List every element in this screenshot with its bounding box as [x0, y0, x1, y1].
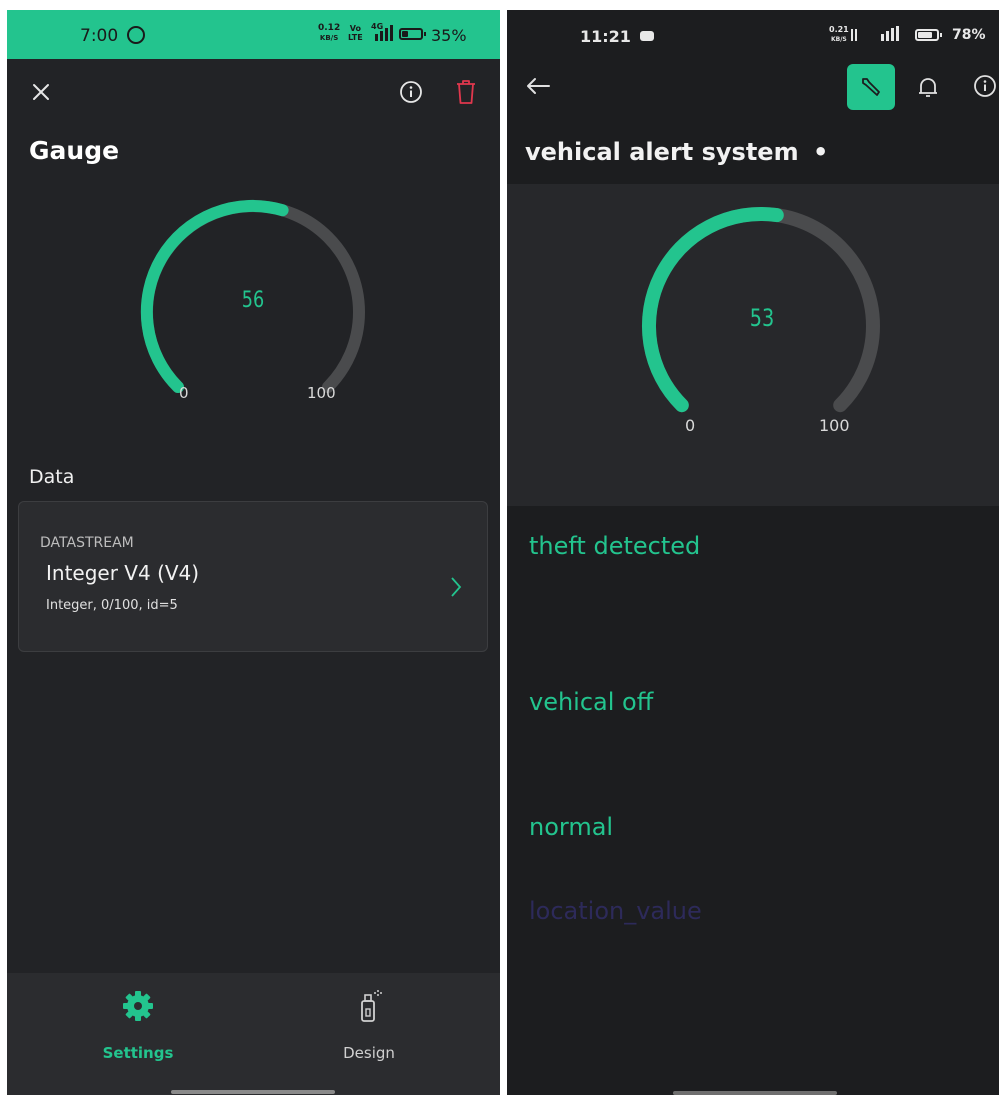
network-speed: 0.12 KB/S: [318, 23, 341, 42]
datastream-details: Integer, 0/100, id=5: [46, 598, 178, 613]
status-bar: 7:00 0.12 KB/S Vo LTE 4G 35%: [7, 10, 500, 59]
home-indicator: [171, 1090, 335, 1094]
bottom-nav: Settings Design: [7, 973, 500, 1095]
battery-percent: 78%: [952, 27, 986, 43]
volte-icon: Vo LTE: [348, 24, 363, 42]
dashboard-title: vehical alert system •: [525, 138, 829, 166]
tab-settings[interactable]: Settings: [77, 985, 197, 1065]
tab-design[interactable]: Design: [308, 985, 428, 1065]
gauge-min-label: 0: [685, 416, 696, 435]
battery-percent: 35%: [431, 26, 467, 45]
spray-can-icon: [357, 989, 383, 1025]
gauge-value: 53: [749, 304, 775, 332]
gauge-max-label: 100: [307, 384, 336, 402]
chevron-right-icon: [449, 575, 463, 599]
right-screen: 11:21 0.21 KB/S 78% vehical alert system…: [507, 10, 999, 1095]
close-icon[interactable]: [31, 82, 51, 102]
info-icon[interactable]: [399, 80, 423, 104]
gear-icon: [121, 989, 155, 1023]
network-speed: 0.21 KB/S: [829, 25, 849, 43]
signal-icon: [851, 25, 913, 43]
label-normal: normal: [529, 813, 614, 841]
signal-icon: 4G: [371, 22, 397, 43]
datastream-card[interactable]: DATASTREAM Integer V4 (V4) Integer, 0/10…: [18, 501, 488, 652]
label-location-value: location_value: [529, 897, 702, 925]
status-time: 11:21: [580, 27, 631, 46]
tab-settings-label: Settings: [102, 1044, 174, 1062]
status-bar: 11:21 0.21 KB/S 78%: [507, 10, 999, 60]
tab-design-label: Design: [343, 1044, 395, 1062]
info-icon[interactable]: [973, 74, 997, 98]
youtube-icon: [640, 31, 654, 41]
gauge-widget[interactable]: 53 0 100: [507, 184, 999, 506]
home-indicator: [673, 1091, 837, 1095]
gauge-value: 56: [241, 288, 265, 313]
datastream-name: Integer V4 (V4): [46, 561, 200, 585]
page-title: Gauge: [29, 136, 120, 165]
status-dot: •: [812, 138, 829, 166]
arrow-left-icon[interactable]: [525, 76, 551, 96]
label-vehical-off: vehical off: [529, 688, 654, 716]
gauge-min-label: 0: [179, 384, 189, 402]
battery-icon: [399, 28, 426, 40]
section-title: Data: [29, 466, 75, 488]
wrench-button[interactable]: [847, 64, 895, 110]
trash-icon[interactable]: [455, 79, 477, 105]
bell-icon[interactable]: [917, 74, 939, 100]
label-theft-detected: theft detected: [529, 532, 701, 560]
battery-icon: [915, 29, 942, 41]
gauge-max-label: 100: [819, 416, 850, 435]
datastream-label: DATASTREAM: [40, 535, 134, 551]
wrench-icon: [859, 75, 883, 99]
gauge: [641, 206, 880, 413]
whatsapp-icon: [127, 26, 145, 44]
status-time: 7:00: [80, 26, 119, 46]
left-screen: 7:00 0.12 KB/S Vo LTE 4G 35% Gauge 56 0 …: [7, 10, 500, 1095]
